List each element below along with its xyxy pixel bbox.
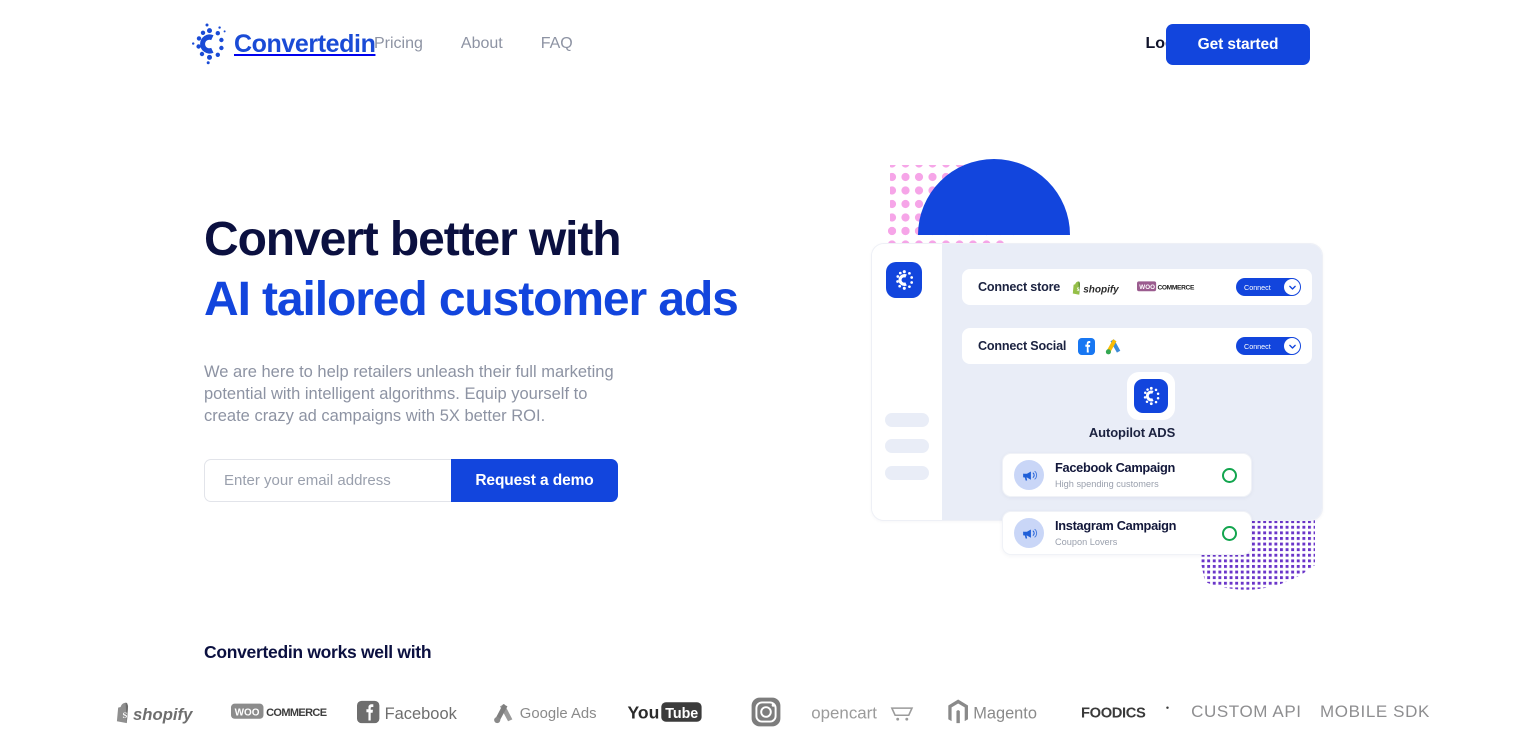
svg-text:WOO: WOO xyxy=(235,708,260,719)
partner-facebook: Facebook xyxy=(354,690,486,734)
google-ads-logo-icon: Google Ads xyxy=(493,703,597,724)
facebook-logo-icon xyxy=(1078,337,1096,355)
woocommerce-logo-icon: WOO COMMERCE xyxy=(231,703,328,719)
campaign-description: Coupon Lovers xyxy=(1055,537,1118,547)
svg-text:COMMERCE: COMMERCE xyxy=(266,707,327,719)
sidebar-placeholder-1 xyxy=(885,413,929,427)
nav-item-faq[interactable]: FAQ xyxy=(541,34,573,54)
connect-store-logos: $ shopify WOO COMMERCE xyxy=(1072,279,1203,296)
woocommerce-logo-icon: WOO COMMERCE xyxy=(1137,281,1195,291)
partners-title: Convertedin works well with xyxy=(204,642,432,662)
partner-woocommerce: WOO COMMERCE xyxy=(219,690,354,734)
connect-social-button-label: Connect xyxy=(1244,341,1271,351)
svg-text:COMMERCE: COMMERCE xyxy=(1158,284,1195,291)
opencart-logo-icon: opencart xyxy=(811,704,913,723)
partner-youtube: You Tube xyxy=(618,690,728,734)
hero-subtitle: We are here to help retailers unleash th… xyxy=(204,363,614,425)
connect-social-logos xyxy=(1078,337,1123,355)
partner-shopify: S shopify xyxy=(100,690,219,734)
svg-text:$: $ xyxy=(1077,286,1080,293)
svg-text:Tube: Tube xyxy=(665,706,698,722)
hero-section: Convert better with AI tailored customer… xyxy=(204,210,844,502)
brand-name: Convertedin xyxy=(234,29,376,58)
status-ring-icon xyxy=(1222,525,1237,541)
svg-text:Magento: Magento xyxy=(974,705,1038,723)
brand-logo-link[interactable]: Convertedin xyxy=(191,22,376,66)
autopilot-badge-inner xyxy=(1134,379,1168,413)
partner-custom-api: CUSTOM API xyxy=(1183,690,1310,734)
partner-opencart: opencart xyxy=(804,690,941,734)
megaphone-icon xyxy=(1014,518,1044,548)
main-nav: Pricing About FAQ xyxy=(374,34,573,54)
svg-text:S: S xyxy=(123,710,128,720)
sidebar-placeholder-3 xyxy=(885,466,929,480)
shopify-logo-icon: S shopify xyxy=(117,702,194,724)
partner-mobile-sdk: MOBILE SDK xyxy=(1310,690,1440,734)
magento-logo-icon: Magento xyxy=(948,699,1038,724)
campaign-name: Facebook Campaign xyxy=(1055,460,1176,475)
google-ads-logo-icon xyxy=(1106,338,1121,354)
connect-store-button[interactable]: Connect xyxy=(1236,278,1301,296)
svg-text:shopify: shopify xyxy=(1083,284,1119,295)
svg-text:opencart: opencart xyxy=(811,704,877,723)
status-ring-icon xyxy=(1222,467,1237,483)
chevron-down-icon xyxy=(1284,338,1300,354)
email-field[interactable] xyxy=(204,459,451,502)
campaign-name: Instagram Campaign xyxy=(1055,518,1177,533)
campaign-card-instagram[interactable]: Instagram Campaign Coupon Lovers xyxy=(1002,511,1252,555)
instagram-logo-icon xyxy=(751,697,781,727)
megaphone-icon xyxy=(1014,460,1044,490)
page-title: Convert better with AI tailored customer… xyxy=(204,210,844,330)
chevron-down-icon xyxy=(1284,279,1300,295)
nav-item-about[interactable]: About xyxy=(461,34,503,54)
connect-social-button[interactable]: Connect xyxy=(1236,337,1301,355)
email-signup-form: Request a demo xyxy=(204,459,618,502)
dashboard-sidebar-logo xyxy=(886,262,922,298)
convertedin-gear-c-logo-icon xyxy=(192,23,226,65)
hero-illustration: Connect store $ shopify WOO COMMERCE Con… xyxy=(860,145,1330,600)
svg-text:shopify: shopify xyxy=(133,705,193,724)
convertedin-gear-c-logo-icon xyxy=(896,270,914,290)
partner-logo-row: S shopify WOO COMMERCE Facebook Google A… xyxy=(100,690,1440,734)
request-demo-button[interactable]: Request a demo xyxy=(451,459,618,502)
svg-text:WOO: WOO xyxy=(1139,284,1155,291)
connect-social-label: Connect Social xyxy=(978,339,1067,353)
connect-store-label: Connect store xyxy=(978,280,1061,294)
autopilot-badge xyxy=(1127,372,1175,420)
shopify-logo-icon: $ shopify xyxy=(1072,281,1119,295)
hero-title-line-2: AI tailored customer ads xyxy=(204,273,739,326)
campaign-text-block: Instagram Campaign Coupon Lovers xyxy=(1055,517,1176,549)
autopilot-title: Autopilot ADS xyxy=(1088,425,1176,440)
campaign-text-block: Facebook Campaign High spending customer… xyxy=(1055,459,1175,491)
sidebar-placeholder-2 xyxy=(885,439,929,453)
hero-title-line-1: Convert better with xyxy=(204,213,622,266)
site-header: Convertedin Pricing About FAQ Login Get … xyxy=(0,0,1519,90)
connect-store-button-label: Connect xyxy=(1244,282,1271,292)
svg-text:Google Ads: Google Ads xyxy=(520,706,597,722)
partner-instagram xyxy=(728,690,804,734)
nav-item-pricing[interactable]: Pricing xyxy=(374,34,423,54)
foodics-logo-icon: FOODICS xyxy=(1081,706,1169,722)
convertedin-gear-c-logo-icon xyxy=(1143,386,1160,406)
connect-store-row: Connect store $ shopify WOO COMMERCE Con… xyxy=(962,269,1312,305)
mobile-sdk-label: MOBILE SDK xyxy=(1320,702,1430,721)
facebook-logo-icon: Facebook xyxy=(356,700,458,723)
partner-magento: Magento xyxy=(941,690,1071,734)
youtube-logo-icon: You Tube xyxy=(627,702,702,723)
campaign-card-facebook[interactable]: Facebook Campaign High spending customer… xyxy=(1002,453,1252,497)
get-started-button[interactable]: Get started xyxy=(1166,24,1310,65)
partner-google-ads: Google Ads xyxy=(485,690,618,734)
campaign-description: High spending customers xyxy=(1055,479,1159,489)
connect-social-row: Connect Social Connect xyxy=(962,328,1312,364)
custom-api-label: CUSTOM API xyxy=(1191,702,1302,721)
svg-text:Facebook: Facebook xyxy=(385,705,458,723)
partner-foodics: FOODICS xyxy=(1071,690,1182,734)
dashboard-sidebar xyxy=(872,244,942,520)
svg-text:You: You xyxy=(627,703,659,723)
svg-text:FOODICS: FOODICS xyxy=(1081,706,1146,722)
